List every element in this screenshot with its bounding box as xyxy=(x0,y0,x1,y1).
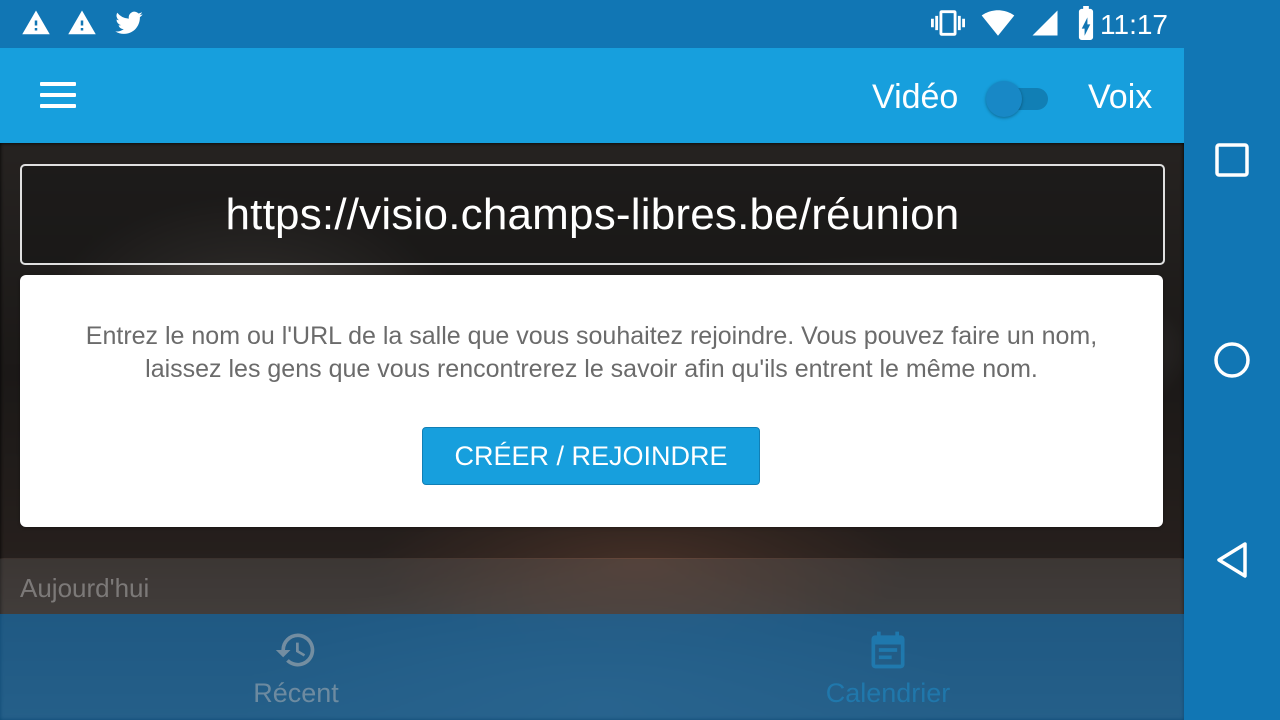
calendar-icon xyxy=(871,631,905,669)
tab-recent-label: Récent xyxy=(253,678,339,708)
menu-icon[interactable] xyxy=(40,82,76,108)
notification-icons xyxy=(20,8,146,38)
signal-icon xyxy=(1032,10,1058,36)
system-icons xyxy=(930,6,1098,40)
toggle-thumb[interactable] xyxy=(986,81,1022,117)
today-section-header: Aujourd'hui xyxy=(0,559,1184,614)
warning-icon xyxy=(22,10,50,35)
wifi-icon xyxy=(981,10,1015,36)
voice-label: Voix xyxy=(1088,78,1153,116)
today-label: Aujourd'hui xyxy=(20,573,150,603)
instructions-text: Entrez le nom ou l'URL de la salle que v… xyxy=(85,322,1098,383)
app-toolbar: Vidéo Voix xyxy=(0,48,1184,143)
bottom-navigation: Récent Calendrier xyxy=(0,614,1184,720)
app-screen: Vidéo Voix https://visio.champs-libres.b… xyxy=(0,0,1184,720)
video-voice-toggle[interactable] xyxy=(986,81,1050,117)
room-url-input[interactable]: https://visio.champs-libres.be/réunion xyxy=(20,164,1165,265)
video-label: Vidéo xyxy=(872,78,959,116)
twitter-icon xyxy=(115,11,143,34)
history-icon xyxy=(275,633,315,667)
back-icon[interactable] xyxy=(1212,540,1252,580)
create-join-button[interactable]: CRÉER / REJOINDRE xyxy=(422,427,760,485)
status-bar: 11:17 xyxy=(0,0,1280,48)
battery-charging-icon xyxy=(1078,6,1094,40)
tab-calendar[interactable]: Calendrier xyxy=(592,614,1184,720)
system-navigation-bar xyxy=(1184,48,1280,720)
home-icon[interactable] xyxy=(1212,340,1252,380)
tab-calendar-label: Calendrier xyxy=(825,678,951,708)
room-url-value: https://visio.champs-libres.be/réunion xyxy=(225,189,960,239)
warning-icon xyxy=(68,10,96,35)
vibrate-icon xyxy=(931,10,965,36)
tab-recent[interactable]: Récent xyxy=(0,614,592,720)
join-room-card: Entrez le nom ou l'URL de la salle que v… xyxy=(20,275,1163,527)
status-time: 11:17 xyxy=(1100,9,1168,40)
recent-apps-icon[interactable] xyxy=(1212,140,1252,180)
